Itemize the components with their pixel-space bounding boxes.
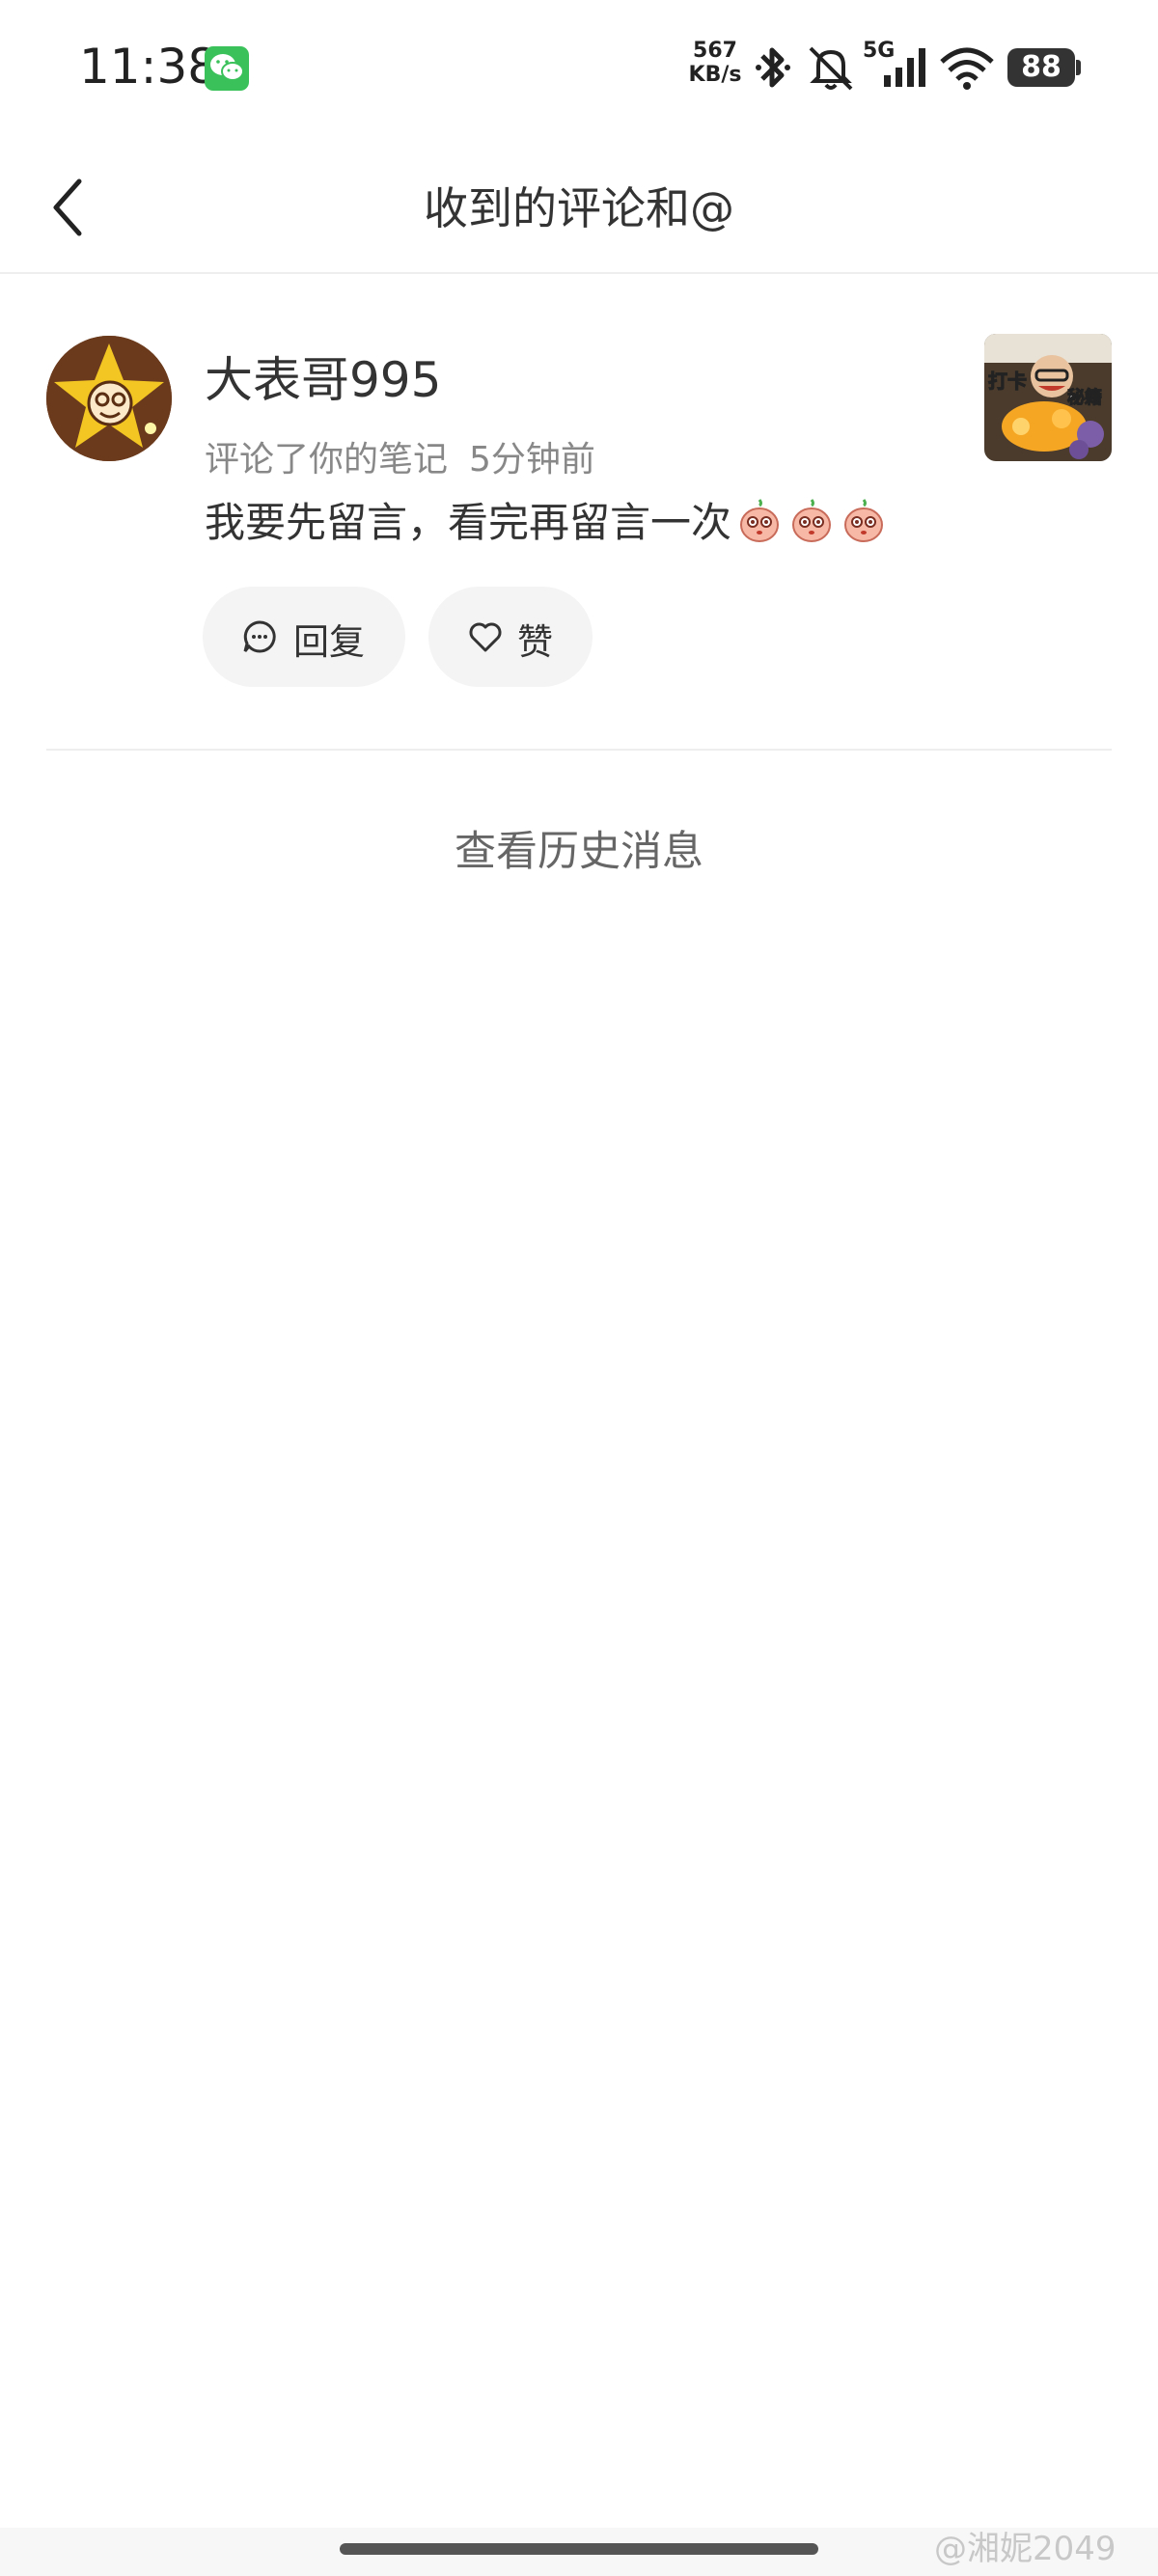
comment-body: 我要先留言，看完再留言一次 [205, 499, 732, 546]
view-history-link[interactable]: 查看历史消息 [0, 818, 1158, 878]
net-speed: 567 KB/s [688, 39, 742, 87]
home-indicator[interactable] [340, 2543, 818, 2555]
comment-notification[interactable]: 大表哥995 评论了你的笔记 5分钟前 我要先留言，看完再留言一次 打卡 秘籍 回… [0, 272, 1158, 750]
thumb-text-right: 秘籍 [1067, 387, 1102, 408]
clock: 11:38 [79, 39, 219, 95]
comment-meta: 评论了你的笔记 5分钟前 [205, 431, 595, 481]
battery-icon: 88 [1007, 48, 1075, 87]
wechat-icon [205, 46, 249, 91]
reply-button[interactable]: 回复 [203, 587, 405, 687]
emoji-group [731, 499, 888, 546]
comment-text: 我要先留言，看完再留言一次 [205, 490, 888, 549]
peach-face-emoji-icon [792, 499, 832, 542]
note-thumbnail[interactable]: 打卡 秘籍 [984, 334, 1112, 461]
action-text: 评论了你的笔记 [205, 440, 449, 480]
peach-face-emoji-icon [844, 499, 884, 542]
signal-icon [884, 48, 925, 87]
heart-icon [469, 622, 502, 652]
watermark: @湘妮2049 [934, 2530, 1117, 2568]
bluetooth-icon [756, 47, 790, 88]
nav-header: 收到的评论和@ [0, 135, 1158, 274]
avatar[interactable] [46, 336, 172, 461]
time-ago: 5分钟前 [469, 440, 595, 480]
thumb-text-left: 打卡 [988, 370, 1027, 393]
status-bar: 11:38 567 KB/s 5G 88 [0, 0, 1158, 135]
peach-face-emoji-icon [740, 499, 780, 542]
like-button[interactable]: 赞 [428, 587, 593, 687]
username[interactable]: 大表哥995 [205, 342, 441, 411]
reply-label: 回复 [293, 621, 365, 663]
divider [46, 749, 1112, 751]
page-title: 收到的评论和@ [424, 182, 734, 234]
mute-bell-icon [809, 46, 853, 91]
chat-bubble-icon [243, 620, 276, 653]
like-label: 赞 [517, 621, 553, 663]
wifi-icon [940, 47, 994, 90]
battery-tip [1076, 60, 1081, 75]
